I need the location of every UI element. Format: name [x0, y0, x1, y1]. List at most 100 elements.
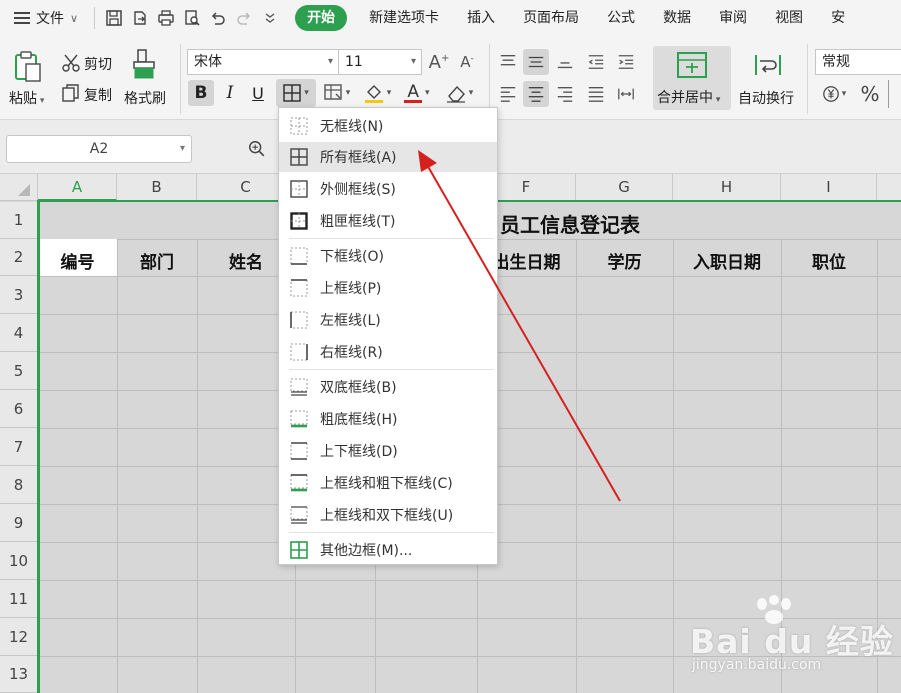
menu-item-outside-borders[interactable]: 外侧框线(S) [279, 174, 497, 204]
row-header-10[interactable]: 10 [0, 542, 38, 580]
row-header-5[interactable]: 5 [0, 352, 38, 390]
zoom-lookup-button[interactable] [244, 137, 270, 161]
tab-security[interactable]: 安 [817, 0, 845, 36]
bold-button[interactable]: B [188, 80, 214, 106]
menu-item-thick-bottom-border[interactable]: 粗底框线(H) [279, 404, 497, 434]
row-header-8[interactable]: 8 [0, 466, 38, 504]
name-box[interactable]: A2 ▾ [6, 135, 192, 163]
thick-box-border-icon [290, 212, 308, 230]
row-header-4[interactable]: 4 [0, 314, 38, 352]
align-right-button[interactable] [553, 82, 577, 106]
column-header-h[interactable]: H [673, 174, 781, 201]
paste-button[interactable] [12, 50, 44, 84]
redo-button[interactable] [231, 5, 257, 31]
number-format-select[interactable]: 常规 [815, 49, 901, 75]
undo-icon [212, 12, 225, 25]
currency-format-button[interactable]: ▾ [818, 81, 850, 107]
clear-format-button[interactable]: ▾ [440, 79, 478, 107]
distributed-align-button[interactable] [614, 82, 638, 106]
file-menu-button[interactable]: 文件 ∨ [0, 0, 88, 36]
paste-label[interactable]: 粘贴 ▾ [9, 88, 44, 108]
cut-button[interactable]: 剪切 [84, 54, 112, 74]
tab-view[interactable]: 视图 [761, 0, 817, 36]
header-cell-i[interactable]: 职位 [781, 248, 877, 273]
header-cell-a[interactable]: 编号 [38, 248, 117, 273]
row-header-12[interactable]: 12 [0, 618, 38, 656]
tab-home[interactable]: 开始 [295, 5, 348, 31]
menu-item-top-thick-bottom-border[interactable]: 上框线和粗下框线(C) [279, 468, 497, 498]
tab-review[interactable]: 审阅 [705, 0, 761, 36]
format-painter-button[interactable]: 格式刷 [124, 88, 166, 108]
header-cell-g[interactable]: 学历 [576, 248, 673, 273]
font-size-select[interactable]: 11 ▾ [338, 49, 422, 75]
menu-item-top-border[interactable]: 上框线(P) [279, 273, 497, 303]
tab-page-layout[interactable]: 页面布局 [509, 0, 593, 36]
font-name-select[interactable]: 宋体 ▾ [187, 49, 339, 75]
menu-item-label: 双底框线(B) [320, 380, 397, 396]
percent-button[interactable]: % [856, 80, 884, 108]
italic-button[interactable]: I [219, 80, 241, 106]
row-header-7[interactable]: 7 [0, 428, 38, 466]
align-left-button[interactable] [496, 82, 520, 106]
select-all-corner[interactable] [0, 174, 38, 201]
customize-quick-access-button[interactable] [257, 5, 283, 31]
comma-style-button[interactable] [888, 80, 901, 108]
wrap-text-button[interactable]: 自动换行 [738, 88, 794, 108]
menu-item-no-border[interactable]: 无框线(N) [279, 111, 497, 141]
menu-item-all-borders[interactable]: 所有框线(A) [279, 142, 497, 172]
undo-button[interactable] [205, 5, 231, 31]
justify-button[interactable] [584, 82, 608, 106]
menu-item-double-bottom-border[interactable]: 双底框线(B) [279, 372, 497, 402]
increase-indent-button[interactable] [614, 50, 638, 74]
menu-item-top-bottom-border[interactable]: 上下框线(D) [279, 436, 497, 466]
align-bottom-button[interactable] [553, 50, 577, 74]
copy-button[interactable]: 复制 [84, 85, 112, 105]
font-color-button[interactable]: A ▾ [400, 79, 434, 107]
menu-item-right-border[interactable]: 右框线(R) [279, 337, 497, 367]
row-header-3[interactable]: 3 [0, 276, 38, 314]
column-header-g[interactable]: G [576, 174, 673, 201]
wrap-text-icon-button[interactable] [752, 50, 784, 80]
column-header-b[interactable]: B [117, 174, 197, 201]
cut-icon-button[interactable] [60, 52, 82, 74]
print-preview-button[interactable] [179, 5, 205, 31]
row-header-11[interactable]: 11 [0, 580, 38, 618]
align-top-button[interactable] [496, 50, 520, 74]
copy-icon-button[interactable] [60, 82, 82, 104]
decrease-indent-button[interactable] [584, 50, 608, 74]
row-header-9[interactable]: 9 [0, 504, 38, 542]
column-header-overflow[interactable] [877, 174, 901, 201]
increase-font-size-button[interactable]: A+ [428, 50, 450, 74]
menu-item-more-borders[interactable]: 其他边框(M)... [279, 535, 497, 565]
print-button[interactable] [153, 5, 179, 31]
border-dropdown-button[interactable]: ▾ [276, 79, 316, 107]
tab-formulas[interactable]: 公式 [593, 0, 649, 36]
align-middle-button[interactable] [523, 49, 549, 75]
export-button[interactable] [127, 5, 153, 31]
cell-style-button[interactable]: ▾ [320, 79, 354, 107]
header-cell-b[interactable]: 部门 [117, 248, 197, 273]
menu-item-bottom-border[interactable]: 下框线(O) [279, 241, 497, 271]
tab-data[interactable]: 数据 [649, 0, 705, 36]
column-header-i[interactable]: I [781, 174, 877, 201]
tab-new-tab[interactable]: 新建选项卡 [355, 0, 453, 36]
fill-color-button[interactable]: ▾ [360, 79, 394, 107]
align-top-icon [500, 55, 516, 66]
menu-item-left-border[interactable]: 左框线(L) [279, 305, 497, 335]
outside-borders-icon [290, 180, 308, 198]
chevron-down-icon: ▾ [468, 88, 474, 98]
save-button[interactable] [101, 5, 127, 31]
underline-button[interactable]: U [247, 80, 269, 106]
row-header-6[interactable]: 6 [0, 390, 38, 428]
row-header-2[interactable]: 2 [0, 239, 38, 276]
menu-item-top-double-bottom-border[interactable]: 上框线和双下框线(U) [279, 500, 497, 530]
decrease-font-size-button[interactable]: A- [456, 50, 478, 74]
column-header-a[interactable]: A [38, 174, 117, 201]
format-painter-icon-button[interactable] [132, 48, 160, 82]
row-header-13[interactable]: 13 [0, 656, 38, 693]
menu-item-thick-box-border[interactable]: 粗匣框线(T) [279, 206, 497, 236]
row-header-1[interactable]: 1 [0, 202, 38, 239]
header-cell-h[interactable]: 入职日期 [673, 248, 781, 273]
align-center-button[interactable] [523, 81, 549, 107]
tab-insert[interactable]: 插入 [453, 0, 509, 36]
